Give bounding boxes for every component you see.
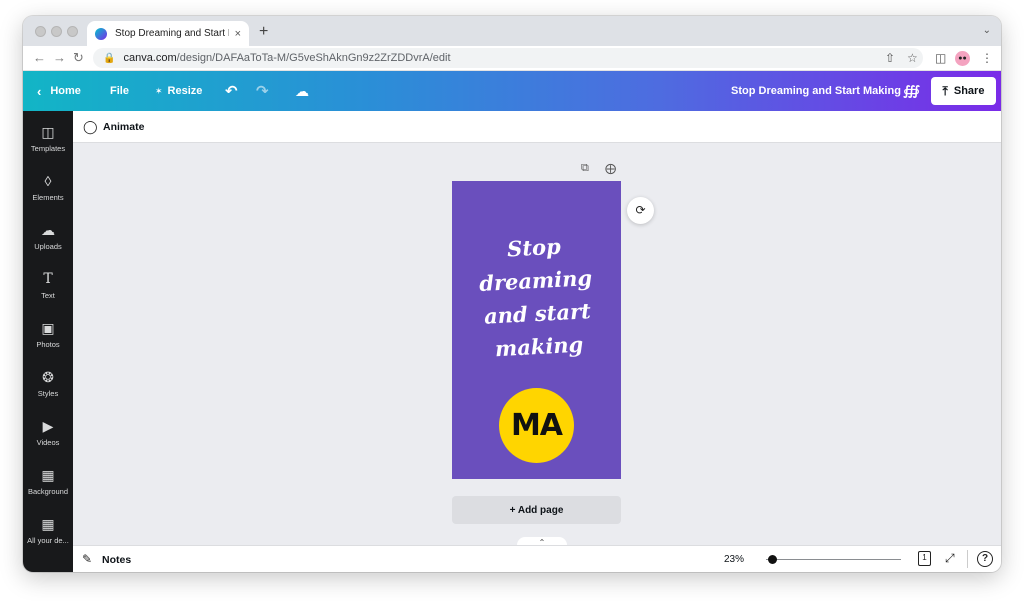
design-page[interactable]: Stop dreaming and start making MA [452, 181, 621, 479]
zoom-percentage[interactable]: 23% [724, 554, 744, 565]
editor-header: ‹ Home File ✶ Resize ↶ ↷ ☁ Stop Dreaming… [23, 71, 1001, 111]
logo-circle[interactable]: MA [499, 388, 574, 463]
new-tab-button[interactable]: + [259, 23, 268, 41]
sidebar-item-photos[interactable]: ▣ Photos [23, 317, 73, 361]
design-title[interactable]: Stop Dreaming and Start Making [731, 71, 901, 111]
profile-avatar[interactable]: ●● [955, 51, 970, 66]
minimize-window-button[interactable] [51, 26, 62, 37]
back-arrow-icon[interactable]: ← [33, 50, 46, 65]
sidebar-item-background[interactable]: ▦ Background [23, 464, 73, 508]
background-icon: ▦ [41, 467, 55, 483]
animate-button[interactable]: Animate [103, 121, 144, 133]
url-host: canva.com [123, 52, 177, 64]
fullscreen-icon[interactable]: ⤢ [945, 551, 955, 566]
bookmark-star-icon[interactable]: ☆ [907, 51, 918, 65]
url-input[interactable]: 🔒 canva.com/design/DAFAaToTa-M/G5veShAkn… [93, 48, 923, 68]
sidebar-item-elements[interactable]: ◊ Elements [23, 170, 73, 214]
lock-icon: 🔒 [103, 52, 116, 64]
redo-button[interactable]: ↷ [256, 71, 269, 111]
maximize-window-button[interactable] [67, 26, 78, 37]
undo-icon: ↶ [225, 83, 238, 100]
browser-window: Stop Dreaming and Start Maki × + ⌄ ← → ↻… [23, 16, 1001, 572]
notes-button[interactable]: Notes [102, 554, 131, 566]
forward-arrow-icon[interactable]: → [53, 50, 66, 65]
sidebar-item-videos[interactable]: ▶ Videos [23, 415, 73, 459]
tab-close-icon[interactable]: × [235, 28, 241, 40]
sidebar-item-text[interactable]: T Text [23, 268, 73, 312]
all-designs-icon: ▦ [41, 516, 55, 532]
cloud-saved-icon[interactable]: ☁ [295, 71, 309, 111]
context-toolbar: ◯ Animate [73, 111, 1001, 143]
text-icon: T [43, 271, 53, 287]
browser-tab[interactable]: Stop Dreaming and Start Maki × [87, 21, 249, 46]
resize-button[interactable]: ✶ Resize [155, 71, 202, 111]
videos-icon: ▶ [42, 418, 54, 434]
address-bar: ← → ↻ 🔒 canva.com/design/DAFAaToTa-M/G5v… [23, 46, 1001, 71]
canva-favicon-icon [95, 27, 107, 40]
sidebar-item-styles[interactable]: ❂ Styles [23, 366, 73, 410]
notes-icon: ✎ [82, 552, 93, 566]
close-window-button[interactable] [35, 26, 46, 37]
duplicate-page-icon[interactable]: ⧉ [581, 162, 589, 175]
add-page-icon[interactable]: ⨁ [605, 162, 616, 175]
reload-icon[interactable]: ↻ [73, 50, 84, 66]
tab-title: Stop Dreaming and Start Maki [115, 28, 229, 39]
footer-divider [967, 550, 968, 568]
photos-icon: ▣ [41, 320, 55, 336]
add-page-button[interactable]: + Add page [452, 496, 621, 524]
insights-chart-icon[interactable]: ∰ [903, 71, 920, 111]
styles-icon: ❂ [42, 369, 54, 385]
editor-footer: ✎ Notes 23% 1 ⤢ ? [73, 545, 1001, 572]
comment-add-icon[interactable]: ⟳ [627, 197, 654, 224]
zoom-slider[interactable] [766, 555, 901, 564]
tab-search-chevron-icon[interactable]: ⌄ [983, 25, 991, 36]
canvas-area: ⧉ ⨁ Stop dreaming and start making MA ⟳ … [73, 143, 1001, 549]
browser-menu-icon[interactable]: ⋮ [981, 51, 993, 65]
sparkle-icon: ✶ [155, 85, 163, 96]
chevron-left-icon: ‹ [37, 83, 42, 99]
side-panel-icon[interactable]: ◫ [935, 51, 946, 65]
redo-icon: ↷ [256, 83, 269, 100]
file-menu-button[interactable]: File [110, 71, 129, 111]
templates-icon: ◫ [41, 124, 55, 140]
sidebar-item-templates[interactable]: ◫ Templates [23, 121, 73, 165]
help-button[interactable]: ? [977, 551, 993, 567]
animate-icon: ◯ [83, 119, 98, 134]
zoom-slider-handle[interactable] [768, 555, 777, 564]
sidebar-item-uploads[interactable]: ☁ Uploads [23, 219, 73, 263]
upload-icon: ⤒ [942, 83, 948, 98]
share-page-icon[interactable]: ⇧ [885, 51, 895, 65]
uploads-icon: ☁ [41, 222, 55, 238]
quote-text[interactable]: Stop dreaming and start making [449, 227, 625, 368]
logo-text: MA [510, 408, 563, 443]
page-count-button[interactable]: 1 [918, 551, 931, 566]
elements-icon: ◊ [44, 173, 52, 189]
side-panel-nav: ◫ Templates ◊ Elements ☁ Uploads T Text … [23, 111, 73, 572]
share-button[interactable]: ⤒ Share [931, 77, 996, 105]
url-path: /design/DAFAaToTa-M/G5veShAknGn9z2ZrZDDv… [176, 52, 451, 64]
tab-strip: Stop Dreaming and Start Maki × + ⌄ [23, 16, 1001, 46]
sidebar-item-all-designs[interactable]: ▦ All your de... [23, 513, 73, 557]
home-button[interactable]: ‹ Home [37, 71, 81, 111]
undo-button[interactable]: ↶ [225, 71, 238, 111]
